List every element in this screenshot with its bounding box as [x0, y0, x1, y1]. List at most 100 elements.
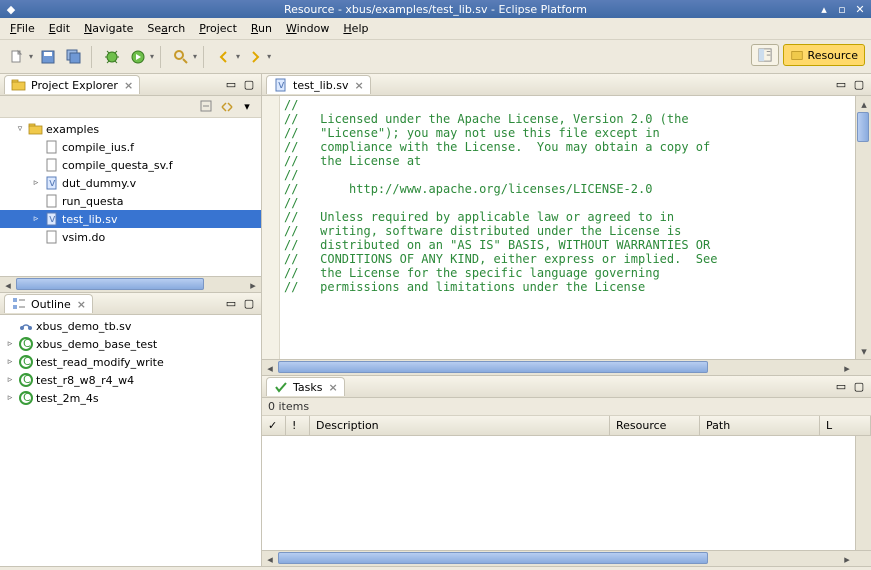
scrollbar-thumb[interactable] — [16, 278, 204, 290]
maximize-button[interactable]: ▫ — [835, 2, 849, 16]
scroll-left-icon[interactable]: ◂ — [0, 277, 16, 293]
run-button[interactable] — [127, 46, 149, 68]
scroll-right-icon[interactable]: ▸ — [245, 277, 261, 293]
minimize-button[interactable]: ▴ — [817, 2, 831, 16]
tree-item[interactable]: run_questa — [0, 192, 261, 210]
maximize-view-icon[interactable]: ▢ — [241, 77, 257, 93]
vertical-scrollbar[interactable] — [855, 436, 871, 550]
outline-item[interactable]: xbus_demo_tb.sv — [0, 317, 261, 335]
nav-forward-button[interactable] — [244, 46, 266, 68]
close-icon[interactable]: × — [328, 381, 337, 394]
dropdown-icon[interactable]: ▾ — [29, 52, 33, 61]
view-tab-outline[interactable]: Outline × — [4, 294, 93, 313]
maximize-view-icon[interactable]: ▢ — [851, 77, 867, 93]
svg-text:C: C — [23, 355, 31, 368]
view-tab-tasks[interactable]: Tasks × — [266, 377, 345, 396]
twisty-icon[interactable]: ▹ — [30, 214, 42, 224]
dropdown-icon[interactable]: ▾ — [267, 52, 271, 61]
menu-run[interactable]: Run — [245, 20, 278, 37]
menu-file[interactable]: FFileFile — [4, 20, 41, 37]
close-button[interactable]: ✕ — [853, 2, 867, 16]
window-title: Resource - xbus/examples/test_lib.sv - E… — [284, 3, 587, 16]
scroll-down-icon[interactable]: ▾ — [856, 343, 871, 359]
scrollbar-thumb[interactable] — [278, 552, 708, 564]
twisty-icon[interactable]: ▹ — [30, 178, 42, 188]
view-tab-project-explorer[interactable]: Project Explorer × — [4, 75, 140, 94]
menu-help[interactable]: Help — [337, 20, 374, 37]
outline-item[interactable]: ▹ C test_2m_4s — [0, 389, 261, 407]
twisty-icon[interactable]: ▿ — [14, 124, 26, 134]
tree-folder-examples[interactable]: ▿ examples — [0, 120, 261, 138]
menu-project[interactable]: Project — [193, 20, 243, 37]
outline-item[interactable]: ▹ C test_r8_w8_r4_w4 — [0, 371, 261, 389]
scroll-right-icon[interactable]: ▸ — [839, 551, 855, 567]
new-button[interactable] — [6, 46, 28, 68]
horizontal-scrollbar[interactable]: ◂ ▸ — [0, 276, 261, 292]
tree-item[interactable]: compile_ius.f — [0, 138, 261, 156]
minimize-view-icon[interactable]: ▭ — [223, 296, 239, 312]
perspective-resource[interactable]: Resource — [783, 44, 865, 66]
outline-item[interactable]: ▹ C test_read_modify_write — [0, 353, 261, 371]
scroll-right-icon[interactable]: ▸ — [839, 360, 855, 376]
twisty-icon[interactable]: ▹ — [4, 375, 16, 385]
minimize-view-icon[interactable]: ▭ — [833, 379, 849, 395]
editor-gutter[interactable] — [262, 96, 280, 359]
svg-text:v: v — [278, 78, 285, 91]
dropdown-icon[interactable]: ▾ — [150, 52, 154, 61]
view-tab-label: Project Explorer — [31, 79, 118, 92]
col-path[interactable]: Path — [700, 416, 820, 435]
search-button[interactable] — [170, 46, 192, 68]
tree-item-selected[interactable]: ▹ v test_lib.sv — [0, 210, 261, 228]
tree-item[interactable]: vsim.do — [0, 228, 261, 246]
editor-content[interactable]: // // Licensed under the Apache License,… — [280, 96, 855, 359]
close-icon[interactable]: × — [124, 79, 133, 92]
dropdown-icon[interactable]: ▾ — [193, 52, 197, 61]
outline-tree[interactable]: xbus_demo_tb.sv ▹ C xbus_demo_base_test … — [0, 315, 261, 566]
nav-back-button[interactable] — [213, 46, 235, 68]
close-icon[interactable]: × — [354, 79, 363, 92]
save-all-button[interactable] — [63, 46, 85, 68]
debug-button[interactable] — [101, 46, 123, 68]
col-resource[interactable]: Resource — [610, 416, 700, 435]
collapse-all-icon[interactable] — [199, 99, 215, 115]
menu-window[interactable]: Window — [280, 20, 335, 37]
vertical-scrollbar[interactable]: ▴ ▾ — [855, 96, 871, 359]
link-editor-icon[interactable] — [219, 99, 235, 115]
window-menu-icon[interactable]: ◆ — [4, 2, 18, 16]
col-priority[interactable]: ! — [286, 416, 310, 435]
tree-item[interactable]: compile_questa_sv.f — [0, 156, 261, 174]
twisty-icon[interactable]: ▹ — [4, 339, 16, 349]
twisty-icon[interactable]: ▹ — [4, 393, 16, 403]
scrollbar-thumb[interactable] — [278, 361, 708, 373]
save-button[interactable] — [37, 46, 59, 68]
maximize-view-icon[interactable]: ▢ — [851, 379, 867, 395]
scroll-left-icon[interactable]: ◂ — [262, 551, 278, 567]
twisty-icon[interactable]: ▹ — [4, 357, 16, 367]
minimize-view-icon[interactable]: ▭ — [833, 77, 849, 93]
scroll-up-icon[interactable]: ▴ — [856, 96, 871, 112]
tasks-view: Tasks × ▭ ▢ 0 items ✓ ! Description Reso… — [262, 376, 871, 566]
scroll-left-icon[interactable]: ◂ — [262, 360, 278, 376]
menu-edit[interactable]: Edit — [43, 20, 76, 37]
horizontal-scrollbar[interactable]: ◂ ▸ — [262, 359, 871, 375]
tasks-table-header: ✓ ! Description Resource Path L — [262, 416, 871, 436]
minimize-view-icon[interactable]: ▭ — [223, 77, 239, 93]
open-perspective-button[interactable] — [751, 44, 779, 66]
col-description[interactable]: Description — [310, 416, 610, 435]
outline-item[interactable]: ▹ C xbus_demo_base_test — [0, 335, 261, 353]
col-location[interactable]: L — [820, 416, 871, 435]
tree-item[interactable]: ▹ v dut_dummy.v — [0, 174, 261, 192]
menu-navigate[interactable]: Navigate — [78, 20, 139, 37]
project-tree[interactable]: ▿ examples compile_ius.f compile_questa_… — [0, 118, 261, 276]
dropdown-icon[interactable]: ▾ — [236, 52, 240, 61]
maximize-view-icon[interactable]: ▢ — [241, 296, 257, 312]
editor-tab[interactable]: v test_lib.sv × — [266, 75, 371, 94]
close-icon[interactable]: × — [77, 298, 86, 311]
horizontal-scrollbar[interactable]: ◂ ▸ — [262, 550, 871, 566]
view-menu-icon[interactable]: ▾ — [239, 99, 255, 115]
scrollbar-thumb[interactable] — [857, 112, 869, 142]
menu-search[interactable]: Search — [141, 20, 191, 37]
tasks-table-body[interactable] — [262, 436, 871, 550]
project-explorer-view: Project Explorer × ▭ ▢ ▾ ▿ examples — [0, 74, 261, 292]
col-complete[interactable]: ✓ — [262, 416, 286, 435]
